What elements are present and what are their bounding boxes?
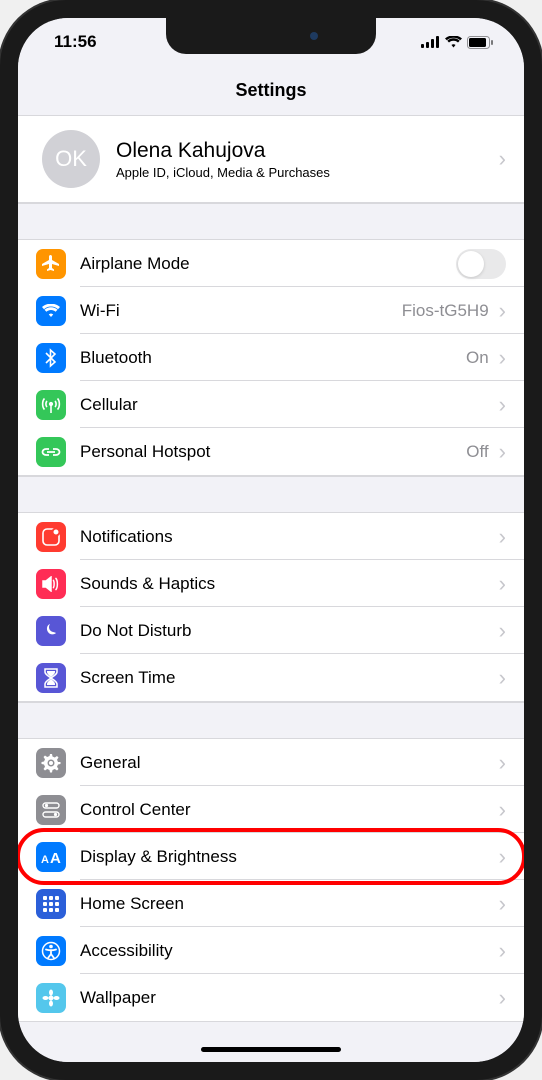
sounds-row[interactable]: Sounds & Haptics ›: [18, 560, 524, 607]
chevron-right-icon: ›: [499, 752, 506, 774]
row-label: General: [80, 753, 497, 773]
avatar: OK: [42, 130, 100, 188]
home-screen-row[interactable]: Home Screen ›: [18, 880, 524, 927]
hotspot-row[interactable]: Personal Hotspot Off ›: [18, 428, 524, 475]
row-label: Notifications: [80, 527, 497, 547]
row-value: On: [466, 348, 489, 368]
antenna-icon: [36, 390, 66, 420]
bluetooth-icon: [36, 343, 66, 373]
chevron-right-icon: ›: [499, 441, 506, 463]
switches-icon: [36, 795, 66, 825]
toggle-knob: [458, 251, 484, 277]
chevron-right-icon: ›: [499, 526, 506, 548]
speaker-icon: [36, 569, 66, 599]
dnd-row[interactable]: Do Not Disturb ›: [18, 607, 524, 654]
phone-frame: 11:56 Settings OK Olena Kahujova Apple I…: [0, 0, 542, 1080]
content-scroll[interactable]: OK Olena Kahujova Apple ID, iCloud, Medi…: [18, 116, 524, 1062]
row-value: Off: [466, 442, 488, 462]
section-gap: [18, 702, 524, 738]
wifi-icon: [36, 296, 66, 326]
gear-icon: [36, 748, 66, 778]
svg-text:A: A: [50, 850, 61, 865]
grid-icon: [36, 889, 66, 919]
person-icon: [36, 936, 66, 966]
general-group: General › Control Center › AA Display & …: [18, 738, 524, 1022]
chevron-right-icon: ›: [499, 987, 506, 1009]
row-label: Do Not Disturb: [80, 621, 497, 641]
profile-subtitle: Apple ID, iCloud, Media & Purchases: [116, 165, 497, 180]
wifi-icon: [445, 36, 462, 48]
chevron-right-icon: ›: [499, 940, 506, 962]
chevron-right-icon: ›: [499, 893, 506, 915]
notifications-row[interactable]: Notifications ›: [18, 513, 524, 560]
row-label: Home Screen: [80, 894, 497, 914]
page-header: Settings: [18, 66, 524, 116]
wallpaper-row[interactable]: Wallpaper ›: [18, 974, 524, 1021]
row-value: Fios-tG5H9: [402, 301, 489, 321]
battery-icon: [467, 36, 494, 49]
row-label: Sounds & Haptics: [80, 574, 497, 594]
clock-time: 11:56: [54, 32, 97, 52]
moon-icon: [36, 616, 66, 646]
svg-text:A: A: [41, 854, 49, 865]
apple-id-row[interactable]: OK Olena Kahujova Apple ID, iCloud, Medi…: [18, 116, 524, 202]
camera-dot: [310, 32, 318, 40]
connectivity-group: Airplane Mode Wi-Fi Fios-tG5H9 › Bluetoo…: [18, 239, 524, 476]
control-center-row[interactable]: Control Center ›: [18, 786, 524, 833]
airplane-icon: [36, 249, 66, 279]
display-brightness-row[interactable]: AA Display & Brightness ›: [18, 833, 524, 880]
chevron-right-icon: ›: [499, 573, 506, 595]
row-label: Cellular: [80, 395, 497, 415]
display-notch: [166, 18, 376, 54]
profile-section: OK Olena Kahujova Apple ID, iCloud, Medi…: [18, 116, 524, 203]
section-gap: [18, 476, 524, 512]
row-label: Wallpaper: [80, 988, 497, 1008]
accessibility-row[interactable]: Accessibility ›: [18, 927, 524, 974]
link-icon: [36, 437, 66, 467]
chevron-right-icon: ›: [499, 846, 506, 868]
airplane-toggle[interactable]: [456, 249, 506, 279]
chevron-right-icon: ›: [499, 347, 506, 369]
chevron-right-icon: ›: [499, 394, 506, 416]
screen: 11:56 Settings OK Olena Kahujova Apple I…: [18, 18, 524, 1062]
section-gap: [18, 203, 524, 239]
chevron-right-icon: ›: [499, 667, 506, 689]
chevron-right-icon: ›: [499, 620, 506, 642]
row-label: Control Center: [80, 800, 497, 820]
home-indicator[interactable]: [201, 1047, 341, 1052]
row-label: Airplane Mode: [80, 254, 456, 274]
screentime-row[interactable]: Screen Time ›: [18, 654, 524, 701]
status-icons: [421, 36, 494, 49]
row-label: Screen Time: [80, 668, 497, 688]
cellular-signal-icon: [421, 36, 440, 48]
airplane-mode-row[interactable]: Airplane Mode: [18, 240, 524, 287]
notifications-icon: [36, 522, 66, 552]
row-label: Display & Brightness: [80, 847, 497, 867]
profile-name: Olena Kahujova: [116, 139, 497, 163]
page-title: Settings: [235, 80, 306, 101]
flower-icon: [36, 983, 66, 1013]
hourglass-icon: [36, 663, 66, 693]
cellular-row[interactable]: Cellular ›: [18, 381, 524, 428]
row-label: Accessibility: [80, 941, 497, 961]
row-label: Personal Hotspot: [80, 442, 466, 462]
row-label: Bluetooth: [80, 348, 466, 368]
chevron-right-icon: ›: [499, 799, 506, 821]
chevron-right-icon: ›: [499, 300, 506, 322]
wifi-row[interactable]: Wi-Fi Fios-tG5H9 ›: [18, 287, 524, 334]
row-label: Wi-Fi: [80, 301, 402, 321]
general-row[interactable]: General ›: [18, 739, 524, 786]
chevron-right-icon: ›: [499, 148, 506, 170]
focus-group: Notifications › Sounds & Haptics › Do No…: [18, 512, 524, 702]
text-size-icon: AA: [36, 842, 66, 872]
bluetooth-row[interactable]: Bluetooth On ›: [18, 334, 524, 381]
profile-text: Olena Kahujova Apple ID, iCloud, Media &…: [116, 139, 497, 180]
